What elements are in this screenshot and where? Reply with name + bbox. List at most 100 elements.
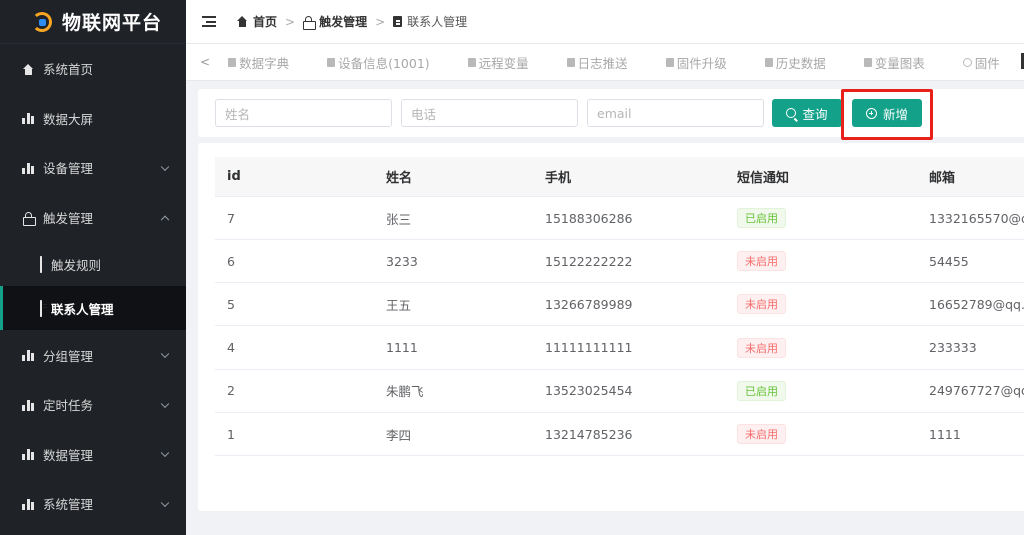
bar-chart-icon <box>22 112 34 125</box>
status-badge: 已启用 <box>737 380 786 401</box>
sidebar: 物联网平台 系统首页 数据大屏 设备管理 触发管理 触发规则 联系人管理 分组管… <box>0 0 186 535</box>
cell-phone: 11111111111 <box>545 340 633 356</box>
cell-email: 1111 <box>929 426 961 442</box>
breadcrumb: 首页 > 触发管理 > 联系人管理 <box>236 13 467 30</box>
cell-phone: 13266789989 <box>545 296 633 312</box>
chevron-left-icon[interactable]: < <box>200 55 210 69</box>
sidebar-item-triggers[interactable]: 触发管理 <box>0 193 186 243</box>
table-row: 7 张三 15188306286 已启用 1332165570@qq <box>215 197 1024 240</box>
cell-sms: 已启用 <box>737 197 786 239</box>
chevron-down-icon <box>160 448 170 458</box>
table-row: 5 王五 13266789989 未启用 16652789@qq.c <box>215 283 1024 327</box>
tab-log-push[interactable]: 日志推送 <box>566 53 628 72</box>
cell-name: 李四 <box>386 427 412 443</box>
tab-label: 设备信息(1001) <box>338 55 430 71</box>
status-badge: 未启用 <box>737 251 786 272</box>
cell-id: 1 <box>227 426 235 442</box>
table-header: id 姓名 手机 短信通知 邮箱 <box>215 157 1024 197</box>
table-row: 6 3233 15122222222 未启用 54455 <box>215 240 1024 284</box>
column-header-sms: 短信通知 <box>737 171 790 186</box>
status-badge: 已启用 <box>737 208 786 228</box>
sidebar-item-label: 分组管理 <box>43 348 94 364</box>
lock-icon <box>22 211 36 226</box>
sidebar-item-label: 定时任务 <box>43 398 94 414</box>
sidebar-item-label: 系统管理 <box>43 497 94 513</box>
sidebar-item-dashboard[interactable]: 数据大屏 <box>0 94 186 144</box>
sidebar-item-label: 数据管理 <box>43 447 94 463</box>
clipboard-icon <box>40 255 42 273</box>
cell-phone: 15188306286 <box>545 210 633 226</box>
sidebar-item-system[interactable]: 系统管理 <box>0 479 186 529</box>
tab-firmware[interactable]: 固件 <box>962 53 1000 72</box>
sidebar-item-scheduled-tasks[interactable]: 定时任务 <box>0 380 186 430</box>
tab-label: 历史数据 <box>775 55 826 71</box>
column-header-id: id <box>227 169 241 184</box>
clipboard-icon <box>40 299 42 317</box>
menu-toggle-icon[interactable] <box>202 16 216 27</box>
column-header-phone: 手机 <box>545 171 572 186</box>
tab-data-dictionary[interactable]: 数据字典 <box>228 53 289 72</box>
bar-chart-icon <box>22 498 34 510</box>
contacts-table: id 姓名 手机 短信通知 邮箱 7 张三 15188306286 已启用 13… <box>198 143 1024 511</box>
bar-chart-icon <box>22 448 34 461</box>
chevron-right-icon: > <box>285 14 296 29</box>
sidebar-item-home[interactable]: 系统首页 <box>0 44 186 94</box>
chevron-down-icon <box>160 162 170 172</box>
cell-name: 王五 <box>386 297 412 313</box>
cell-email: 249767727@qq. <box>929 383 1024 399</box>
breadcrumb-home[interactable]: 首页 <box>253 13 277 30</box>
logo: 物联网平台 <box>0 0 186 44</box>
sidebar-item-devices[interactable]: 设备管理 <box>0 143 186 193</box>
breadcrumb-current: 联系人管理 <box>407 15 468 29</box>
sidebar-subitem-trigger-rules[interactable]: 触发规则 <box>0 242 186 286</box>
lock-icon <box>303 15 317 30</box>
cell-email: 54455 <box>929 253 969 269</box>
cell-sms: 已启用 <box>737 370 786 412</box>
cell-email: 16652789@qq.c <box>929 296 1024 312</box>
tab-label: 日志推送 <box>577 55 628 71</box>
tab-device-info[interactable]: 设备信息(1001) <box>327 53 430 72</box>
cell-sms: 未启用 <box>737 283 786 325</box>
table-row: 1 李四 13214785236 未启用 1111 <box>215 413 1024 456</box>
cell-id: 2 <box>227 383 235 399</box>
bar-chart-icon <box>22 162 34 174</box>
sidebar-item-data[interactable]: 数据管理 <box>0 430 186 480</box>
table-row: 4 1111 11111111111 未启用 233333 <box>215 327 1024 370</box>
cell-name: 张三 <box>386 211 412 227</box>
cell-sms: 未启用 <box>737 327 786 369</box>
home-icon <box>22 63 34 75</box>
phone-input[interactable]: 电话 <box>401 99 578 127</box>
tab-firmware-upgrade[interactable]: 固件升级 <box>665 53 727 72</box>
cell-name: 3233 <box>386 253 418 269</box>
cell-email: 233333 <box>929 340 977 356</box>
column-header-email: 邮箱 <box>929 171 956 186</box>
cell-sms: 未启用 <box>737 240 786 282</box>
tab-history-data[interactable]: 历史数据 <box>764 53 826 72</box>
tab-variable-chart[interactable]: 变量图表 <box>863 53 925 72</box>
cell-phone: 15122222222 <box>545 253 633 269</box>
tab-label: 变量图表 <box>874 55 925 71</box>
cell-id: 6 <box>227 253 235 269</box>
sidebar-subitem-label: 触发规则 <box>51 257 102 273</box>
cell-id: 7 <box>227 210 235 226</box>
sidebar-subitem-contacts[interactable]: 联系人管理 <box>0 286 186 331</box>
cell-name: 1111 <box>386 340 418 356</box>
tab-bar: < 数据字典 设备信息(1001) 远程变量 日志推送 固件升级 历史数据 变量… <box>186 44 1024 81</box>
breadcrumb-triggers[interactable]: 触发管理 <box>319 13 367 30</box>
query-button[interactable]: 查询 <box>772 99 842 127</box>
tab-label: 远程变量 <box>478 55 529 71</box>
sidebar-item-label: 设备管理 <box>43 161 94 177</box>
sidebar-item-groups[interactable]: 分组管理 <box>0 330 186 380</box>
search-icon <box>786 108 797 118</box>
table-row: 2 朱鹏飞 13523025454 已启用 249767727@qq. <box>215 370 1024 413</box>
document-icon <box>665 57 674 67</box>
name-input[interactable]: 姓名 <box>215 99 392 127</box>
cell-sms: 未启用 <box>737 413 786 455</box>
cell-id: 5 <box>227 296 235 312</box>
tab-label: 数据字典 <box>239 55 290 71</box>
chevron-down-icon <box>160 498 170 507</box>
home-icon <box>236 16 248 27</box>
document-icon <box>764 57 773 67</box>
email-input[interactable]: email <box>587 99 764 127</box>
tab-remote-variables[interactable]: 远程变量 <box>467 53 529 72</box>
